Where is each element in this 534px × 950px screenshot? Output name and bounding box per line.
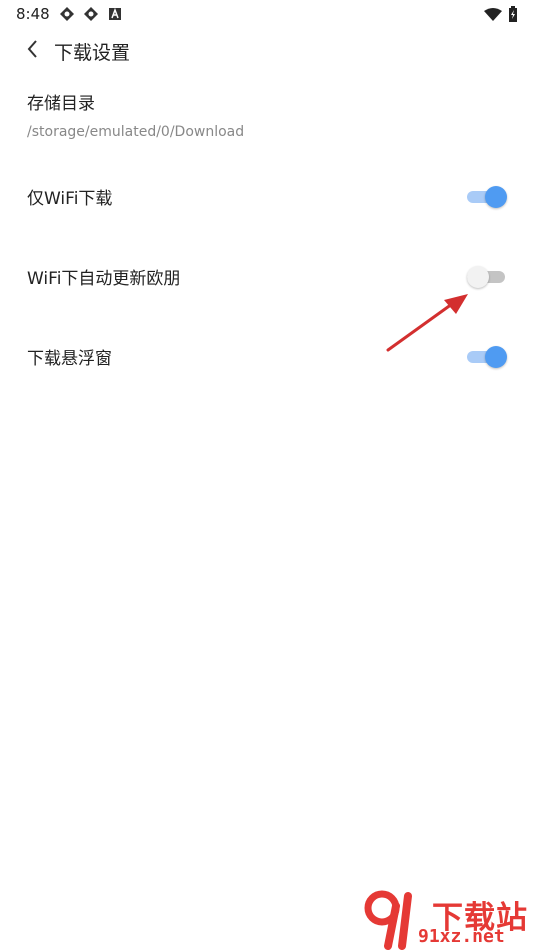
watermark-logo: 下载站 91xz.net	[358, 888, 534, 950]
setting-row-wifi-only-download[interactable]: 仅WiFi下载	[0, 176, 534, 216]
status-bar: 8:48	[0, 0, 534, 28]
watermark-91-icon	[364, 890, 412, 950]
app-icon	[83, 6, 99, 22]
toggle-thumb	[467, 266, 489, 288]
chevron-left-icon	[26, 39, 38, 63]
page-title: 下载设置	[54, 42, 131, 64]
status-icons-right	[484, 6, 518, 26]
back-button[interactable]	[18, 36, 46, 66]
wifi-only-download-toggle[interactable]	[467, 186, 507, 208]
wifi-auto-update-toggle[interactable]	[467, 266, 507, 288]
annotation-arrow-icon	[380, 288, 480, 358]
watermark-site-text: 91xz.net	[418, 926, 505, 947]
toggle-thumb	[485, 346, 507, 368]
toggle-thumb	[485, 186, 507, 208]
setting-label: 仅WiFi下载	[27, 189, 113, 209]
setting-label: WiFi下自动更新欧朋	[27, 269, 181, 289]
battery-icon	[508, 6, 518, 26]
app-icon	[59, 6, 75, 22]
storage-directory-path: /storage/emulated/0/Download	[27, 124, 245, 140]
app-bar: 下载设置	[0, 30, 534, 74]
wifi-icon	[484, 7, 502, 26]
storage-directory-title: 存储目录	[27, 94, 95, 114]
status-icons-left	[59, 6, 123, 22]
setting-label: 下载悬浮窗	[27, 349, 112, 369]
a-icon	[107, 6, 123, 22]
status-time: 8:48	[16, 5, 50, 23]
